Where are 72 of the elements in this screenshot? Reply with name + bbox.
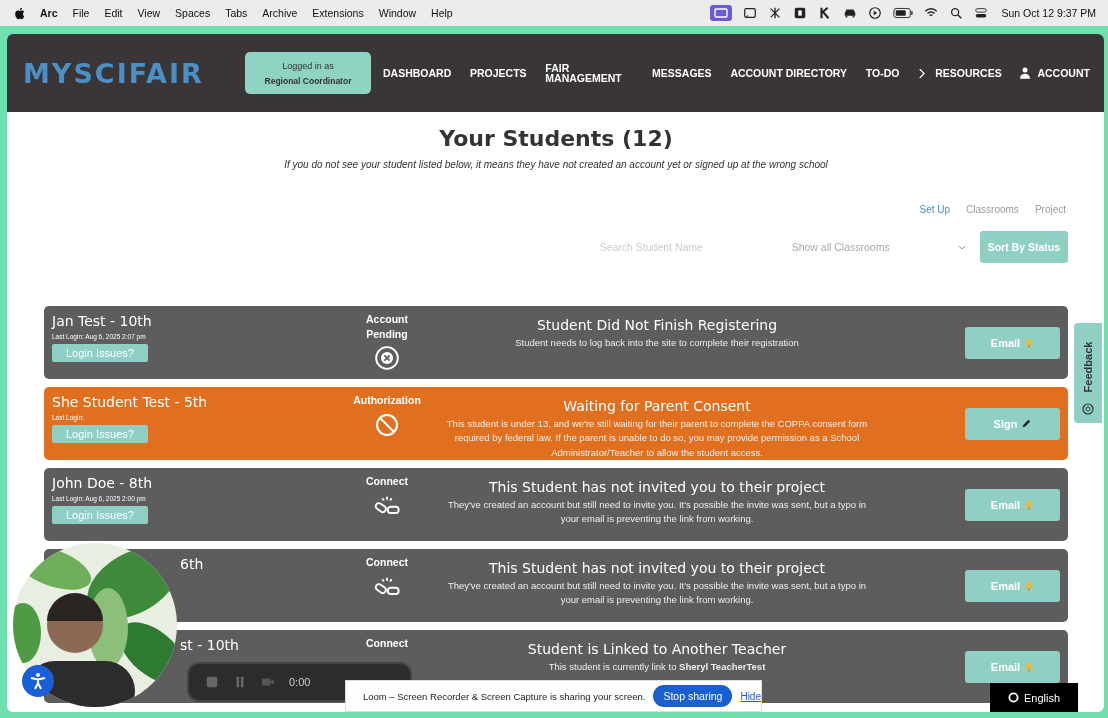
- recording-time: 0:00: [289, 676, 311, 688]
- sharing-message: Loom – Screen Recorder & Screen Capture is sharing your screen.: [362, 690, 646, 702]
- menu-item[interactable]: Spaces: [175, 7, 211, 19]
- student-name: 6th: [179, 556, 204, 572]
- screen-share-icon[interactable]: [710, 5, 733, 21]
- student-name: Jan Test - 10th: [52, 313, 152, 329]
- stop-icon[interactable]: [205, 675, 219, 689]
- status-title: Student is Linked to Another Teacher: [527, 641, 787, 657]
- status-label: Connect: [365, 636, 409, 651]
- menu-item[interactable]: Edit: [104, 7, 123, 19]
- status-title: Waiting for Parent Consent: [563, 398, 751, 414]
- status-description: This student is currently link to Sheryl TeacherTest: [548, 660, 766, 674]
- view-tab[interactable]: Set Up: [919, 204, 951, 215]
- nav-link[interactable]: DASHBOARD: [383, 67, 452, 79]
- menu-item[interactable]: Tabs: [225, 7, 248, 19]
- search-icon[interactable]: [949, 6, 964, 20]
- pencil-icon: [1021, 418, 1032, 429]
- page-subtitle: If you do not see your student listed below, it means they have not created an account yet or signed up at the wrong school: [284, 159, 828, 170]
- app-icon[interactable]: [793, 6, 808, 20]
- nav-link[interactable]: RESOURCES: [918, 67, 1002, 79]
- menubar-clock[interactable]: Sun Oct 12 9:37 PM: [1001, 7, 1096, 19]
- cast-icon[interactable]: [743, 6, 758, 20]
- status-title: This Student has not invited you to their project: [489, 560, 825, 576]
- login-role: Regional Coordinator: [264, 75, 352, 86]
- student-name: st - 10th: [179, 637, 239, 653]
- language-button[interactable]: English: [990, 683, 1078, 712]
- bell-icon: [1024, 499, 1035, 510]
- chevron-icon: [918, 67, 926, 79]
- menu-item[interactable]: Archive: [262, 7, 298, 19]
- bell-icon: [1024, 580, 1035, 591]
- status-label: Connect: [365, 474, 409, 489]
- nav-link[interactable]: ACCOUNT DIRECTORY: [730, 67, 848, 79]
- status-title: This Student has not invited you to their project: [489, 479, 825, 495]
- menu-item[interactable]: View: [137, 7, 161, 19]
- page-title: Your Students (12): [439, 126, 673, 151]
- status-title: Student Did Not Finish Registering: [536, 317, 778, 333]
- feedback-icon: [1082, 403, 1094, 415]
- bell-icon: [1024, 661, 1035, 672]
- status-label: Account Pending: [365, 312, 409, 342]
- app-menu[interactable]: Arc: [40, 7, 58, 19]
- hide-link[interactable]: Hide: [740, 690, 761, 702]
- menu-item[interactable]: File: [72, 7, 90, 19]
- status-label: Authorization: [352, 393, 422, 408]
- play-icon[interactable]: [868, 6, 883, 20]
- feedback-tab[interactable]: Feedback: [1074, 323, 1102, 423]
- nav-link[interactable]: MESSAGES: [652, 67, 712, 79]
- bell-icon: [1024, 337, 1035, 348]
- status-description: This student is under 13, and we're still waiting for their parent to complete the COPPA consent form required by federal law. If the parent is unable to do so, you may provide permission as a School Administrator/Teacher to allow the student access.: [445, 417, 869, 460]
- menu-item[interactable]: Extensions: [312, 7, 364, 19]
- battery-icon[interactable]: [893, 6, 914, 20]
- menu-item[interactable]: Help: [431, 7, 453, 19]
- nav-link[interactable]: ACCOUNT: [1020, 67, 1090, 79]
- nav-link[interactable]: TO-DO: [865, 67, 900, 79]
- nav-link[interactable]: FAIR MANAGEMENT: [545, 62, 634, 84]
- x-circle-icon: [373, 345, 401, 372]
- control-center-icon[interactable]: [974, 6, 989, 20]
- stop-sharing-button[interactable]: Stop sharing: [653, 685, 733, 707]
- status-description: Student needs to log back into the site to complete their registration: [515, 336, 799, 350]
- login-label: Logged in as: [282, 60, 334, 71]
- prohibited-icon: [373, 411, 401, 438]
- user-icon: [1020, 67, 1031, 79]
- nav-link[interactable]: PROJECTS: [470, 67, 527, 79]
- student-name: She Student Test - 5th: [52, 394, 208, 410]
- caret-icon: [957, 244, 966, 250]
- circle-icon: [1007, 692, 1019, 703]
- apple-icon[interactable]: [14, 6, 25, 20]
- status-description: They've created an account but still need to invite you. It's possible the invite was sent, but a typo in your email is preventing the link from working.: [446, 579, 868, 608]
- student-name: John Doe - 8th: [52, 475, 153, 491]
- accessibility-icon: [28, 671, 48, 691]
- status-description: They've created an account but still need to invite you. It's possible the invite was sent, but a typo in your email is preventing the link from working.: [446, 498, 868, 527]
- menu-item[interactable]: Window: [378, 7, 417, 19]
- status-label: Connect: [365, 555, 409, 570]
